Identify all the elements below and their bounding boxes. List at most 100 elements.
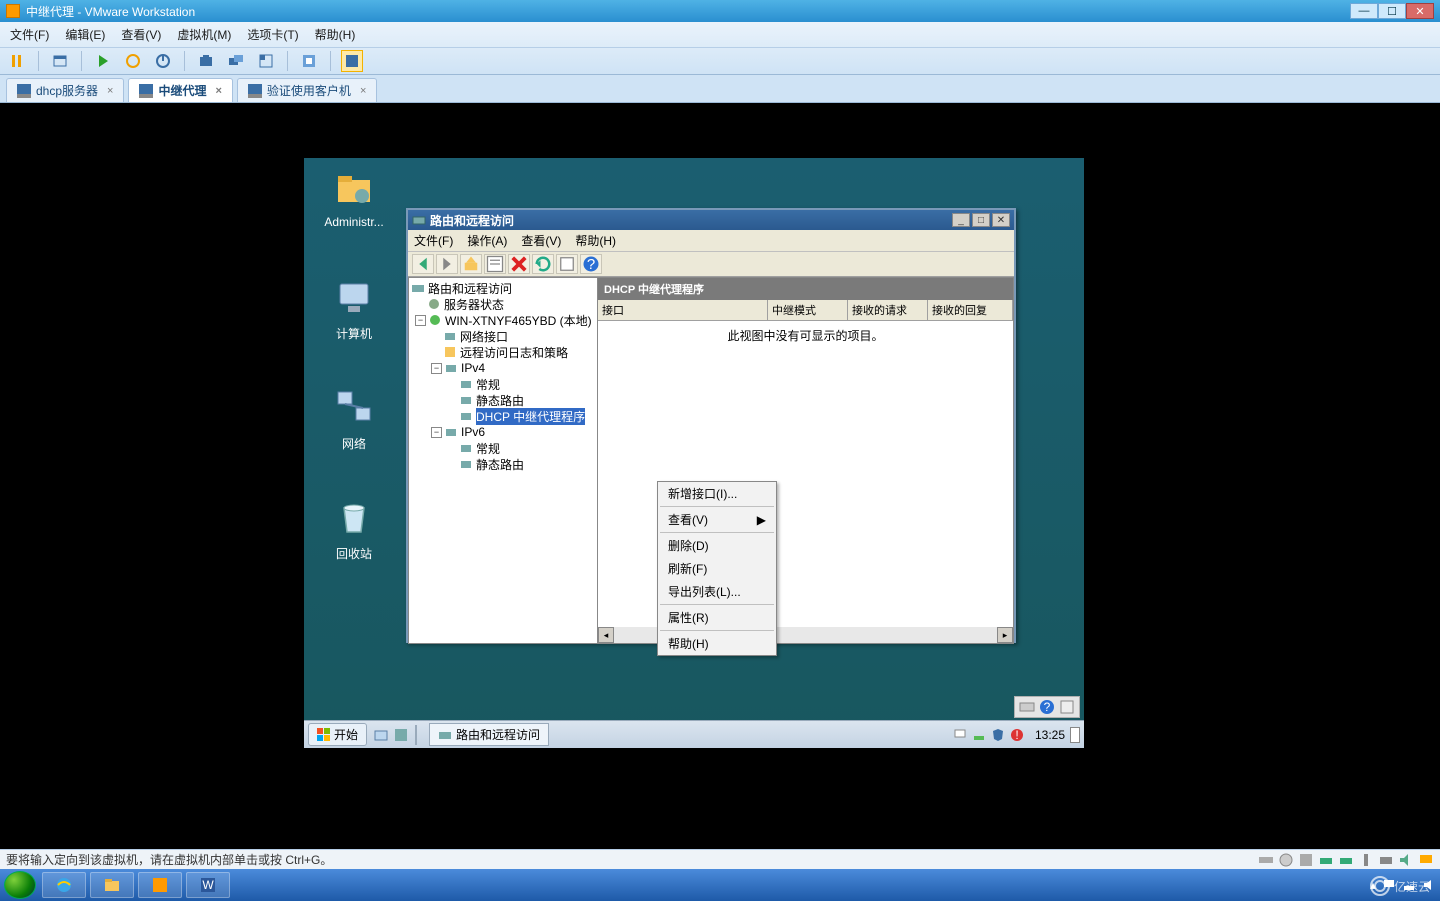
snapshot-icon[interactable] <box>195 50 217 72</box>
guest-start-button[interactable]: 开始 <box>308 723 367 746</box>
tree-network-interfaces[interactable]: 网络接口 <box>460 328 508 345</box>
suspend-icon[interactable] <box>122 50 144 72</box>
rras-titlebar[interactable]: 路由和远程访问 _ □ ✕ <box>408 210 1014 230</box>
delete-icon[interactable] <box>508 254 530 274</box>
pause-icon[interactable] <box>6 50 28 72</box>
export-icon[interactable] <box>556 254 578 274</box>
desktop-icon-recycle-bin[interactable]: 回收站 <box>319 498 389 562</box>
desktop-icon-network[interactable]: 网络 <box>319 388 389 452</box>
device-floppy-icon[interactable] <box>1298 852 1314 868</box>
menu-edit[interactable]: 编辑(E) <box>65 26 105 43</box>
ctx-properties[interactable]: 属性(R) <box>658 606 776 629</box>
rras-menu-help[interactable]: 帮助(H) <box>575 232 616 249</box>
quicklaunch-explorer-icon[interactable] <box>373 727 389 743</box>
rras-tree[interactable]: 路由和远程访问 服务器状态 − WIN-XTNYF465YBD (本地) 网络接口… <box>408 277 598 644</box>
vm-display-area[interactable]: Administr... 计算机 网络 回收站 ? 路由和远程访问 _ □ <box>0 103 1440 849</box>
host-task-explorer[interactable] <box>90 872 134 898</box>
rras-close-button[interactable]: ✕ <box>992 213 1010 227</box>
tree-ipv6-general[interactable]: 常规 <box>476 440 500 457</box>
snapshot-manager-icon[interactable] <box>225 50 247 72</box>
col-interface[interactable]: 接口 <box>598 300 768 320</box>
tab-close-icon[interactable]: × <box>215 85 221 97</box>
tab-close-icon[interactable]: × <box>360 85 366 97</box>
power-on-icon[interactable] <box>92 50 114 72</box>
tree-ipv4[interactable]: IPv4 <box>461 361 485 375</box>
tree-root[interactable]: 路由和远程访问 <box>428 280 512 297</box>
unity-icon[interactable] <box>298 50 320 72</box>
desktop-icon-administrator[interactable]: Administr... <box>319 168 389 229</box>
desktop-icon-computer[interactable]: 计算机 <box>319 278 389 342</box>
ctx-refresh[interactable]: 刷新(F) <box>658 557 776 580</box>
ctx-delete[interactable]: 删除(D) <box>658 534 776 557</box>
menu-help[interactable]: 帮助(H) <box>315 26 356 43</box>
tree-ipv4-static[interactable]: 静态路由 <box>476 392 524 409</box>
device-cd-icon[interactable] <box>1278 852 1294 868</box>
rras-minimize-button[interactable]: _ <box>952 213 970 227</box>
rras-menu-view[interactable]: 查看(V) <box>521 232 561 249</box>
menu-view[interactable]: 查看(V) <box>121 26 161 43</box>
menu-vm[interactable]: 虚拟机(M) <box>177 26 231 43</box>
rras-menu-action[interactable]: 操作(A) <box>467 232 507 249</box>
up-icon[interactable] <box>460 254 482 274</box>
revert-icon[interactable] <box>255 50 277 72</box>
device-message-icon[interactable] <box>1418 852 1434 868</box>
host-task-vmware[interactable] <box>138 872 182 898</box>
arrow-icon[interactable] <box>1059 699 1075 715</box>
tray-network-icon[interactable] <box>972 728 986 742</box>
vm-tab-dhcp-server[interactable]: dhcp服务器 × <box>6 78 124 102</box>
device-hdd-icon[interactable] <box>1258 852 1274 868</box>
tree-ipv6[interactable]: IPv6 <box>461 425 485 439</box>
tab-close-icon[interactable]: × <box>107 85 113 97</box>
power-off-icon[interactable] <box>152 50 174 72</box>
tray-shield-icon[interactable] <box>991 728 1005 742</box>
device-net2-icon[interactable] <box>1338 852 1354 868</box>
properties-icon[interactable] <box>484 254 506 274</box>
rras-menu-file[interactable]: 文件(F) <box>414 232 453 249</box>
tree-ipv4-general[interactable]: 常规 <box>476 376 500 393</box>
tray-alert-icon[interactable]: ! <box>1010 728 1024 742</box>
scroll-right-icon[interactable]: ▸ <box>997 627 1013 643</box>
expander-icon[interactable]: − <box>431 427 442 438</box>
tree-ipv4-dhcp-relay[interactable]: DHCP 中继代理程序 <box>476 408 585 425</box>
expander-icon[interactable]: − <box>415 315 426 326</box>
col-replies[interactable]: 接收的回复 <box>928 300 1013 320</box>
help-icon[interactable]: ? <box>1039 699 1055 715</box>
tree-ipv6-static[interactable]: 静态路由 <box>476 456 524 473</box>
host-task-word[interactable]: W <box>186 872 230 898</box>
tray-flag-icon[interactable] <box>953 728 967 742</box>
host-minimize-button[interactable]: — <box>1350 3 1378 19</box>
device-sound-icon[interactable] <box>1398 852 1414 868</box>
host-maximize-button[interactable]: ☐ <box>1378 3 1406 19</box>
ctx-help[interactable]: 帮助(H) <box>658 632 776 655</box>
device-printer-icon[interactable] <box>1378 852 1394 868</box>
guest-desktop[interactable]: Administr... 计算机 网络 回收站 ? 路由和远程访问 _ □ <box>304 158 1084 748</box>
refresh-icon[interactable] <box>532 254 554 274</box>
host-task-ie[interactable] <box>42 872 86 898</box>
help2-icon[interactable]: ? <box>580 254 602 274</box>
nav-back-icon[interactable] <box>412 254 434 274</box>
keyboard-icon[interactable] <box>1019 699 1035 715</box>
taskbar-app-rras[interactable]: 路由和远程访问 <box>429 723 549 746</box>
menu-tabs[interactable]: 选项卡(T) <box>247 26 298 43</box>
col-relay-mode[interactable]: 中继模式 <box>768 300 848 320</box>
guest-clock[interactable]: 13:25 <box>1035 728 1065 742</box>
device-net-icon[interactable] <box>1318 852 1334 868</box>
tree-server[interactable]: WIN-XTNYF465YBD (本地) <box>445 312 592 329</box>
host-start-button[interactable] <box>4 871 36 899</box>
vm-tab-client[interactable]: 验证使用客户机 × <box>237 78 377 102</box>
nav-forward-icon[interactable] <box>436 254 458 274</box>
host-close-button[interactable]: ✕ <box>1406 3 1434 19</box>
quicklaunch-desktop-icon[interactable] <box>393 727 409 743</box>
ctx-export[interactable]: 导出列表(L)... <box>658 580 776 603</box>
menu-file[interactable]: 文件(F) <box>10 26 49 43</box>
fullscreen-icon[interactable] <box>341 50 363 72</box>
expander-icon[interactable]: − <box>431 363 442 374</box>
tree-remote-logging[interactable]: 远程访问日志和策略 <box>460 344 568 361</box>
device-usb-icon[interactable] <box>1358 852 1374 868</box>
library-icon[interactable] <box>49 50 71 72</box>
rras-maximize-button[interactable]: □ <box>972 213 990 227</box>
show-desktop-button[interactable] <box>1070 727 1080 743</box>
tree-server-status[interactable]: 服务器状态 <box>444 296 504 313</box>
col-requests[interactable]: 接收的请求 <box>848 300 928 320</box>
vm-tab-relay-agent[interactable]: 中继代理 × <box>128 78 232 102</box>
